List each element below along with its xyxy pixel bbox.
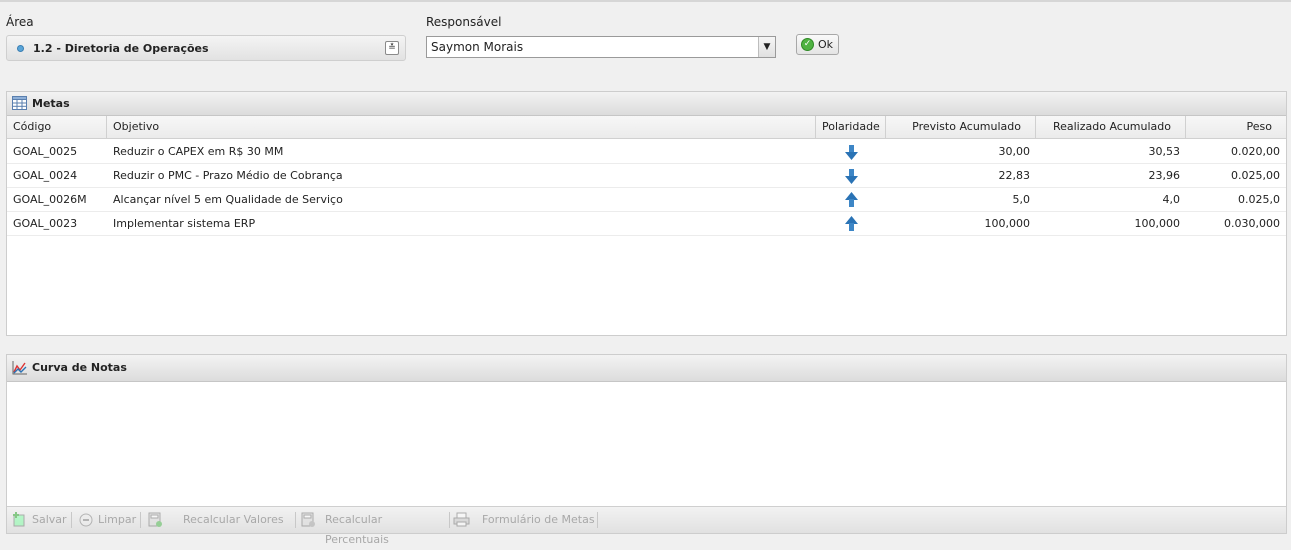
responsavel-label: Responsável (426, 15, 502, 29)
limpar-label: Limpar (98, 513, 137, 526)
cell-peso: 0.020,00 (1231, 145, 1280, 158)
metas-title: Metas (32, 97, 70, 110)
cell-codigo: GOAL_0025 (13, 145, 78, 158)
check-icon: ✓ (801, 38, 814, 51)
metas-panel-header: Metas (7, 92, 1286, 116)
cell-objetivo: Alcançar nível 5 em Qualidade de Serviço (113, 193, 343, 206)
salvar-button[interactable]: Salvar (11, 510, 69, 530)
expand-icon[interactable]: ≛ (385, 41, 399, 55)
col-previsto[interactable]: Previsto Acumulado (886, 116, 1036, 139)
col-peso[interactable]: Peso (1186, 116, 1286, 139)
toolbar-divider (449, 512, 450, 528)
ok-button-label: Ok (818, 38, 834, 51)
formulario-metas-button[interactable]: Formulário de Metas (453, 510, 598, 530)
cell-codigo: GOAL_0023 (13, 217, 78, 230)
cell-previsto: 100,000 (984, 217, 1031, 230)
cell-realizado: 23,96 (1148, 169, 1181, 182)
cell-previsto: 30,00 (998, 145, 1031, 158)
cell-previsto: 5,0 (1012, 193, 1031, 206)
metas-panel: Metas Código Objetivo Polaridade Previst… (6, 91, 1287, 336)
cell-realizado: 4,0 (1162, 193, 1181, 206)
minus-circle-icon (79, 513, 93, 527)
toolbar-divider (140, 512, 141, 528)
formulario-metas-label: Formulário de Metas (482, 513, 595, 526)
table-row[interactable]: GOAL_0024 Reduzir o PMC - Prazo Médio de… (7, 164, 1286, 188)
arrow-up-icon (845, 192, 858, 207)
cell-codigo: GOAL_0024 (13, 169, 78, 182)
table-row[interactable]: GOAL_0025 Reduzir o CAPEX em R$ 30 MM 30… (7, 140, 1286, 164)
responsavel-select[interactable]: Saymon Morais ▼ (426, 36, 776, 58)
area-node-icon (17, 45, 24, 52)
col-realizado[interactable]: Realizado Acumulado (1036, 116, 1186, 139)
calculator-icon (148, 512, 162, 527)
cell-previsto: 22,83 (998, 169, 1031, 182)
toolbar-divider (71, 512, 72, 528)
area-label: Área (6, 15, 34, 29)
curva-panel: Curva de Notas Salvar Limpar Recalcular … (6, 354, 1287, 546)
cell-realizado: 100,000 (1134, 217, 1181, 230)
col-polaridade[interactable]: Polaridade (816, 116, 886, 139)
area-combo[interactable]: 1.2 - Diretoria de Operações ≛ (6, 35, 406, 61)
cell-realizado: 30,53 (1148, 145, 1181, 158)
toolbar-divider (597, 512, 598, 528)
save-icon (13, 512, 25, 527)
table-icon (12, 96, 27, 110)
arrow-down-icon (845, 145, 858, 160)
cell-objetivo: Reduzir o PMC - Prazo Médio de Cobrança (113, 169, 343, 182)
curva-title: Curva de Notas (32, 361, 127, 374)
recalcular-valores-button[interactable]: Recalcular Valores (146, 510, 294, 530)
recalcular-valores-label: Recalcular Valores (183, 513, 284, 526)
chart-icon (12, 361, 27, 375)
printer-icon (453, 512, 470, 527)
salvar-label: Salvar (32, 513, 67, 526)
toolbar-divider (295, 512, 296, 528)
cell-peso: 0.025,00 (1231, 169, 1280, 182)
calculator-icon (301, 512, 315, 527)
limpar-button[interactable]: Limpar (77, 510, 137, 530)
chevron-down-icon[interactable]: ▼ (758, 37, 775, 57)
area-value: 1.2 - Diretoria de Operações (33, 42, 209, 55)
recalcular-percentuais-button[interactable]: Recalcular Percentuais (299, 510, 449, 546)
table-row[interactable]: GOAL_0023 Implementar sistema ERP 100,00… (7, 212, 1286, 236)
curva-panel-header: Curva de Notas (7, 355, 1286, 382)
cell-peso: 0.030,000 (1224, 217, 1280, 230)
col-codigo[interactable]: Código (7, 116, 107, 139)
cell-objetivo: Reduzir o CAPEX em R$ 30 MM (113, 145, 284, 158)
responsavel-value: Saymon Morais (431, 40, 524, 54)
cell-objetivo: Implementar sistema ERP (113, 217, 256, 230)
arrow-up-icon (845, 216, 858, 231)
cell-codigo: GOAL_0026M (13, 193, 87, 206)
recalcular-percentuais-label: Recalcular Percentuais (325, 513, 389, 546)
cell-peso: 0.025,0 (1238, 193, 1280, 206)
table-row[interactable]: GOAL_0026M Alcançar nível 5 em Qualidade… (7, 188, 1286, 212)
action-toolbar: Salvar Limpar Recalcular Valores Recalcu… (7, 506, 1286, 546)
metas-grid-header: Código Objetivo Polaridade Previsto Acum… (7, 116, 1286, 139)
arrow-down-icon (845, 169, 858, 184)
col-objetivo[interactable]: Objetivo (107, 116, 816, 139)
ok-button[interactable]: ✓ Ok (796, 34, 839, 55)
